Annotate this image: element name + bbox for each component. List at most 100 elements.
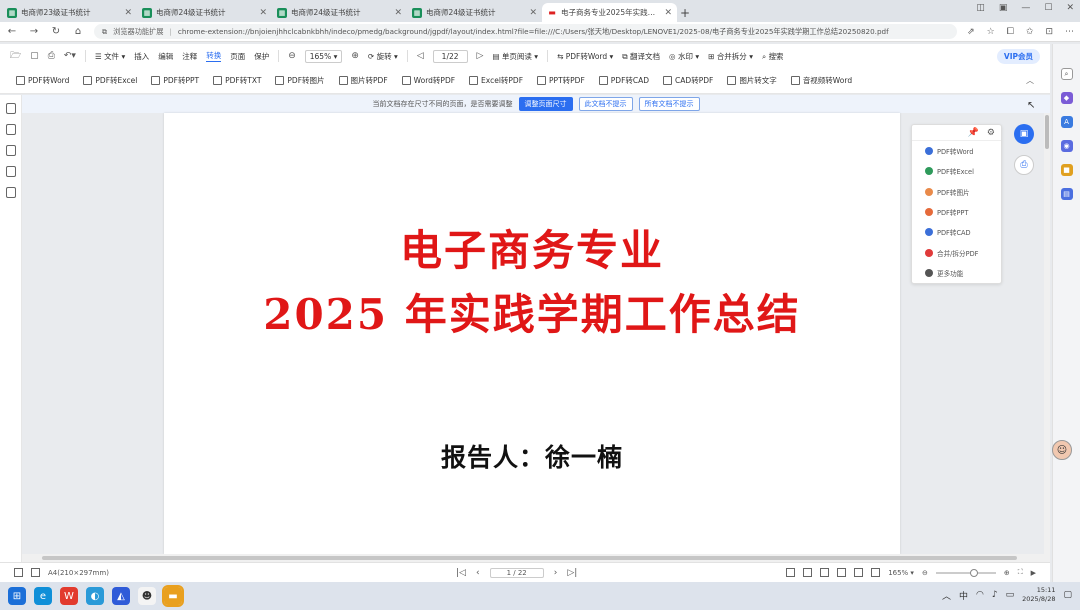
browser-app-icon[interactable]: ◐ xyxy=(86,587,104,605)
app-icon[interactable]: ◭ xyxy=(112,587,130,605)
close-icon[interactable]: ✕ xyxy=(124,8,132,18)
browser-tab[interactable]: ▦ 电商师23级证书统计 ✕ xyxy=(2,3,137,22)
close-icon[interactable]: ✕ xyxy=(259,8,267,18)
tool-cad-to-pdf[interactable]: CAD转PDF xyxy=(663,75,713,86)
quick-tool-item[interactable]: PDF转Word xyxy=(912,141,1001,161)
quick-tool-item[interactable]: 合并/拆分PDF xyxy=(912,242,1001,262)
close-icon[interactable]: ✕ xyxy=(394,8,402,18)
tools-panel-toggle-icon[interactable]: ▣ xyxy=(1014,124,1034,144)
quick-tool-item[interactable]: PDF转PPT xyxy=(912,202,1001,222)
tool-ppt-to-pdf[interactable]: PPT转PDF xyxy=(537,75,585,86)
copilot-icon[interactable]: ◆ xyxy=(1060,92,1073,104)
tool-pdf-to-excel[interactable]: PDF转Excel xyxy=(83,75,137,86)
ai-icon[interactable]: A xyxy=(1060,116,1073,128)
skip-all-docs-button[interactable]: 所有文档不提示 xyxy=(638,97,700,111)
quick-tool-item[interactable]: PDF转图片 xyxy=(912,182,1001,202)
wps-icon[interactable]: W xyxy=(60,587,78,605)
quick-tool-item[interactable]: PDF转Excel xyxy=(912,161,1001,181)
tool-excel-to-pdf[interactable]: Excel转PDF xyxy=(469,75,523,86)
document-viewport[interactable]: 电子商务专业 2025 年实践学期工作总结 报告人：徐一楠 ↖ 📌 ⚙ PDF转… xyxy=(22,100,1050,554)
fit-page-icon[interactable] xyxy=(786,568,796,577)
tools-icon[interactable]: ■ xyxy=(1060,164,1073,176)
zoom-out-icon[interactable]: ⊖ xyxy=(288,51,296,61)
status-zoom-select[interactable]: 165% ▾ xyxy=(888,569,914,577)
close-window-icon[interactable]: ✕ xyxy=(1066,3,1074,13)
translate-button[interactable]: ⧉ 翻译文档 xyxy=(622,51,660,62)
browser-tab[interactable]: ▦ 电商师24级证书统计 ✕ xyxy=(272,3,407,22)
quick-tool-item[interactable]: PDF转CAD xyxy=(912,222,1001,242)
more-icon[interactable]: ⋯ xyxy=(1065,27,1074,37)
forward-icon[interactable]: → xyxy=(28,26,40,37)
undo-icon[interactable]: ↶▾ xyxy=(64,51,76,61)
play-icon[interactable]: ▶ xyxy=(1031,569,1036,577)
clock[interactable]: 15:11 2025/8/28 xyxy=(1022,586,1055,604)
windows-start-icon[interactable]: ⊞ xyxy=(8,587,26,605)
notification-icon[interactable]: ▢ xyxy=(1063,590,1072,600)
tool-pdf-to-txt[interactable]: PDF转TXT xyxy=(213,75,261,86)
minimize-icon[interactable]: — xyxy=(1021,3,1030,13)
watermark-button[interactable]: ◎ 水印 ▾ xyxy=(669,51,699,62)
input-method-icon[interactable]: 中 xyxy=(959,589,968,602)
rotate-button[interactable]: ⟳ 旋转 ▾ xyxy=(368,51,398,62)
collections-icon[interactable]: ⊡ xyxy=(1045,27,1053,37)
favorites-icon[interactable]: ✩ xyxy=(1026,27,1034,37)
tool-pdf-to-image[interactable]: PDF转图片 xyxy=(275,75,325,86)
print-icon[interactable]: ⎙ xyxy=(48,51,55,61)
menu-convert[interactable]: 转换 xyxy=(206,50,222,62)
page-input[interactable]: 1/22 xyxy=(432,49,468,63)
tool-image-to-pdf[interactable]: 图片转PDF xyxy=(338,75,388,86)
office-icon[interactable]: ▤ xyxy=(1060,188,1073,200)
prev-page-status-icon[interactable]: ‹ xyxy=(476,568,480,578)
tool-av-to-word[interactable]: 音视频转Word xyxy=(790,75,852,86)
zoom-out-status-icon[interactable]: ⊖ xyxy=(922,569,928,577)
collapse-toolbar-icon[interactable]: ︿ xyxy=(1026,75,1034,86)
battery-icon[interactable]: ▭ xyxy=(1006,590,1015,600)
bookmark-icon[interactable] xyxy=(5,103,16,114)
zoom-slider[interactable] xyxy=(935,568,996,577)
menu-page[interactable]: 页面 xyxy=(230,51,245,62)
volume-icon[interactable]: ♪ xyxy=(992,590,998,600)
horizontal-scroll-thumb[interactable] xyxy=(42,556,1017,560)
status-page-input[interactable]: 1 / 22 xyxy=(489,567,544,578)
zoom-select[interactable]: 165% ▾ xyxy=(304,49,343,63)
zoom-in-icon[interactable]: ⊕ xyxy=(351,51,359,61)
quick-tool-item[interactable]: 更多功能 xyxy=(912,263,1001,283)
skip-this-doc-button[interactable]: 此文档不提示 xyxy=(578,97,633,111)
comments-icon[interactable] xyxy=(5,145,16,156)
split-screen-icon[interactable]: ⧠ xyxy=(1007,27,1014,37)
view-mode-select[interactable]: ▤ 单页阅读 ▾ xyxy=(492,51,538,62)
sidebar-toggle-icon[interactable] xyxy=(14,568,23,577)
menu-annotate[interactable]: 注释 xyxy=(182,51,197,62)
maximize-icon[interactable]: ☐ xyxy=(1044,3,1052,13)
file-explorer-icon[interactable]: ▬ xyxy=(162,585,184,607)
next-page-status-icon[interactable]: › xyxy=(554,568,558,578)
browser-tab[interactable]: ▦ 电商师24级证书统计 ✕ xyxy=(407,3,542,22)
avatar[interactable]: ☺ xyxy=(1052,440,1072,460)
share-icon[interactable]: ⇗ xyxy=(967,27,975,37)
print-float-icon[interactable]: ⎙ xyxy=(1014,155,1034,175)
tool-word-to-pdf[interactable]: Word转PDF xyxy=(401,75,455,86)
thumbnails-icon[interactable] xyxy=(5,124,16,135)
settings-gear-icon[interactable]: ⚙ xyxy=(987,128,995,138)
last-page-icon[interactable]: ▷| xyxy=(567,568,577,578)
tool-image-to-text[interactable]: 图片转文字 xyxy=(727,75,777,86)
zoom-slider-knob[interactable] xyxy=(969,568,978,577)
browser-tab-active[interactable]: ▬ 电子商务专业2025年实践学期工... ✕ xyxy=(542,3,677,22)
workspaces-icon[interactable]: ◫ xyxy=(976,3,985,13)
search-button[interactable]: ⌕ 搜索 xyxy=(762,51,784,62)
url-field[interactable]: ⧉ 浏览器功能扩展 | chrome-extension://bnjoienjh… xyxy=(94,24,958,39)
pdf-to-word-button[interactable]: ⇆ PDF转Word ▾ xyxy=(557,51,613,62)
prev-page-icon[interactable]: ◁ xyxy=(417,51,424,61)
tray-overflow-icon[interactable]: ︿ xyxy=(942,589,951,602)
close-icon[interactable]: ✕ xyxy=(529,8,537,18)
vertical-scrollbar[interactable] xyxy=(1044,113,1050,554)
fullscreen-icon[interactable]: ⛶ xyxy=(1018,568,1023,577)
new-tab-button[interactable]: + xyxy=(677,3,693,22)
reading-mode-icon[interactable] xyxy=(871,568,881,577)
attachment-icon[interactable] xyxy=(5,187,16,198)
search-side-icon[interactable]: ⌕ xyxy=(1060,68,1073,80)
continuous-icon[interactable] xyxy=(837,568,847,577)
pin-icon[interactable]: 📌 xyxy=(968,128,979,138)
vertical-scroll-thumb[interactable] xyxy=(1045,115,1049,149)
refresh-icon[interactable]: ↻ xyxy=(50,26,62,37)
